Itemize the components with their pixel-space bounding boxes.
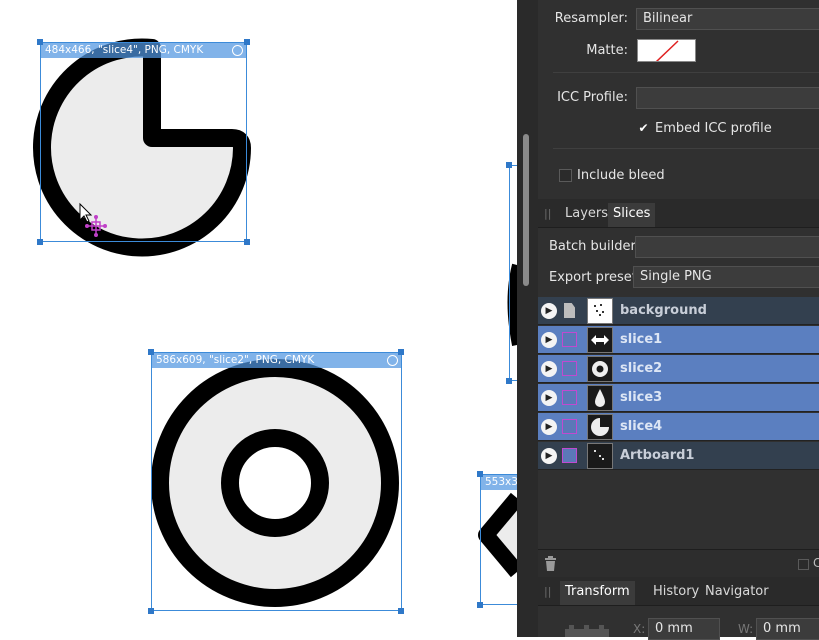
slice-icon [562, 332, 577, 347]
artboard1-thumbnail [587, 443, 613, 469]
pie-icon [591, 418, 609, 436]
resize-handle[interactable] [244, 39, 250, 45]
double-arrow-icon [591, 335, 609, 345]
tab-history[interactable]: History [648, 581, 704, 605]
slice1-bounds[interactable] [509, 165, 517, 381]
document-icon [564, 303, 575, 318]
slice-icon [562, 390, 577, 405]
resize-handle[interactable] [506, 162, 512, 168]
slice4-header: 484x466, "slice4", PNG, CMYK [41, 43, 246, 58]
transform-tabbar: || Transform History Navigator [538, 577, 819, 606]
icc-profile-label: ICC Profile: [557, 90, 628, 105]
drop-icon [595, 389, 605, 407]
resize-handle[interactable] [477, 602, 483, 608]
trash-icon[interactable] [544, 556, 557, 571]
slice-list: ▶ background ▶ slice1 ▶ slice2 ▶ slice3 … [538, 297, 819, 549]
slice-icon [562, 361, 577, 376]
panel-scroll-track[interactable] [517, 0, 538, 637]
embed-icc-checkbox[interactable]: ✔ [637, 122, 650, 136]
slices-footer: C [538, 549, 819, 578]
anchor-grid-icon[interactable] [565, 624, 609, 637]
tab-layers[interactable]: Layers [560, 203, 613, 227]
resampler-select[interactable]: Bilinear [636, 8, 819, 30]
batch-builder-label: Batch builder: [549, 239, 640, 254]
export-preset-select[interactable]: Single PNG [633, 266, 819, 288]
resize-handle[interactable] [37, 239, 43, 245]
embed-icc-label: Embed ICC profile [655, 121, 772, 136]
divider [553, 72, 819, 73]
list-item-background[interactable]: ▶ background [538, 297, 819, 325]
slice1-thumbnail [587, 327, 613, 353]
list-item-slice1[interactable]: ▶ slice1 [538, 326, 819, 354]
panel-scrollbar-thumb[interactable] [523, 134, 529, 286]
slice-icon [562, 419, 577, 434]
slice2-header: 586x609, "slice2", PNG, CMYK [152, 353, 401, 368]
include-bleed-label: Include bleed [577, 168, 665, 183]
slice4-bounds[interactable]: 484x466, "slice4", PNG, CMYK [40, 42, 247, 242]
slice2-export-toggle-icon[interactable] [387, 355, 398, 366]
resize-handle[interactable] [506, 378, 512, 384]
slice-name: slice1 [620, 332, 663, 347]
resize-handle[interactable] [398, 608, 404, 614]
resize-handle[interactable] [244, 239, 250, 245]
resize-handle[interactable] [398, 349, 404, 355]
slice2-bounds[interactable]: 586x609, "slice2", PNG, CMYK [151, 352, 402, 611]
divider [553, 148, 819, 149]
right-panel: Resampler: Bilinear Matte: ICC Profile: … [517, 0, 819, 640]
slice4-thumbnail [587, 414, 613, 440]
list-item-slice4[interactable]: ▶ slice4 [538, 413, 819, 441]
export-play-icon[interactable]: ▶ [541, 361, 557, 377]
list-item-slice3[interactable]: ▶ slice3 [538, 384, 819, 412]
slice-name: slice2 [620, 361, 663, 376]
slice3-bounds[interactable]: 553x3 [480, 474, 517, 605]
resize-handle[interactable] [148, 349, 154, 355]
slice2-thumbnail [587, 356, 613, 382]
slice-icon [562, 448, 577, 463]
slice-name: slice3 [620, 390, 663, 405]
panel-grip-icon[interactable]: || [544, 585, 551, 598]
icc-profile-select[interactable] [636, 87, 819, 109]
slice3-label: 553x3 [485, 476, 517, 488]
slice2-label: 586x609, "slice2", PNG, CMYK [156, 354, 315, 366]
export-play-icon[interactable]: ▶ [541, 303, 557, 319]
move-cursor-icon [79, 202, 107, 237]
export-play-icon[interactable]: ▶ [541, 448, 557, 464]
slice3-thumbnail [587, 385, 613, 411]
document-canvas[interactable]: 484x466, "slice4", PNG, CMYK 586x609, "s… [0, 0, 517, 637]
footer-checkbox[interactable] [798, 559, 809, 570]
slice3-header: 553x3 [481, 475, 517, 490]
batch-builder-select[interactable] [635, 236, 819, 258]
panel-grip-icon[interactable]: || [544, 207, 551, 220]
slice4-export-toggle-icon[interactable] [232, 45, 243, 56]
export-preset-label: Export preset: [549, 270, 642, 285]
resize-handle[interactable] [37, 39, 43, 45]
include-bleed-checkbox[interactable] [559, 169, 572, 182]
matte-label: Matte: [586, 43, 628, 58]
no-color-icon [655, 40, 679, 61]
slice-name: background [620, 303, 707, 318]
resize-handle[interactable] [148, 608, 154, 614]
list-item-slice2[interactable]: ▶ slice2 [538, 355, 819, 383]
tab-slices[interactable]: Slices [608, 203, 656, 227]
tab-transform[interactable]: Transform [560, 581, 635, 605]
slice-name: Artboard1 [620, 448, 695, 463]
footer-checkbox-label-fragment: C [813, 556, 819, 570]
export-play-icon[interactable]: ▶ [541, 390, 557, 406]
export-play-icon[interactable]: ▶ [541, 332, 557, 348]
matte-color-swatch[interactable] [637, 39, 696, 62]
layers-slices-tabbar: || Layers Slices [538, 199, 819, 228]
slice-name: slice4 [620, 419, 663, 434]
x-field-label: X: [633, 622, 646, 636]
background-thumbnail [587, 298, 613, 324]
resampler-label: Resampler: [554, 11, 628, 26]
ring-icon [592, 361, 608, 377]
w-field-label: W: [738, 622, 754, 636]
resize-handle[interactable] [477, 471, 483, 477]
tab-navigator[interactable]: Navigator [700, 581, 774, 605]
slice4-label: 484x466, "slice4", PNG, CMYK [45, 44, 204, 56]
export-play-icon[interactable]: ▶ [541, 419, 557, 435]
list-item-artboard1[interactable]: ▶ Artboard1 [538, 442, 819, 470]
